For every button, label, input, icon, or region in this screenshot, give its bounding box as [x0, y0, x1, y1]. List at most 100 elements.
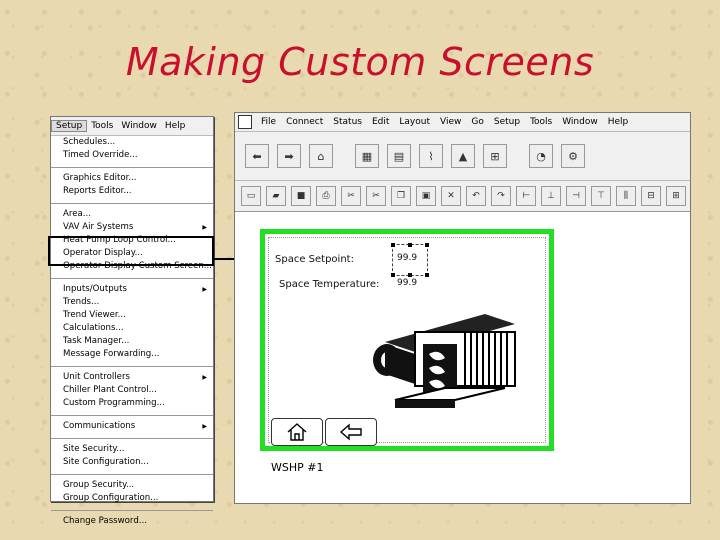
- space-temperature-label: Space Temperature:: [279, 279, 380, 290]
- menu-item-label: Schedules...: [63, 137, 116, 147]
- align-right-icon[interactable]: ⊣: [566, 186, 586, 206]
- home-icon[interactable]: ⌂: [309, 144, 333, 168]
- app-menu-item[interactable]: File: [256, 117, 281, 127]
- paste-icon[interactable]: ▣: [416, 186, 436, 206]
- left-menubar: Setup Tools Window Help: [51, 117, 213, 136]
- menu-item-label: Reports Editor...: [63, 186, 132, 196]
- app-menu-item[interactable]: Go: [466, 117, 488, 127]
- submenu-arrow-icon: ▶: [202, 423, 207, 430]
- menu-item[interactable]: VAV Air Systems ▶: [51, 221, 213, 234]
- report-icon[interactable]: ▤: [387, 144, 411, 168]
- menu-item[interactable]: Trend Viewer...: [51, 309, 213, 322]
- menu-item-label: VAV Air Systems: [63, 222, 134, 232]
- menu-item[interactable]: Site Security...: [51, 443, 213, 456]
- alarm-icon[interactable]: ▲: [451, 144, 475, 168]
- app-menu-item[interactable]: Edit: [367, 117, 394, 127]
- menu-item[interactable]: Calculations...: [51, 322, 213, 335]
- menu-item[interactable]: Site Configuration...: [51, 456, 213, 469]
- undo-icon[interactable]: ↶: [466, 186, 486, 206]
- menu-item[interactable]: Reports Editor...: [51, 185, 213, 198]
- size-icon[interactable]: ⊟: [641, 186, 661, 206]
- submenu-arrow-icon: ▶: [202, 374, 207, 381]
- app-menu-item[interactable]: Tools: [525, 117, 557, 127]
- menu-item-label: Message Forwarding...: [63, 349, 160, 359]
- menu-item-label: Trends...: [63, 297, 100, 307]
- menu-item[interactable]: Chiller Plant Control...: [51, 384, 213, 397]
- menubar-item[interactable]: Tools: [87, 121, 117, 131]
- connect-icon[interactable]: ◔: [529, 144, 553, 168]
- custom-screen-frame: Space Setpoint: 99.9 Space Temperature: …: [260, 229, 554, 451]
- overview-icon[interactable]: ▦: [355, 144, 379, 168]
- align-left-icon[interactable]: ⊢: [516, 186, 536, 206]
- app-icon: [238, 115, 252, 129]
- distribute-icon[interactable]: ⊤: [591, 186, 611, 206]
- menu-separator: [51, 273, 213, 279]
- trend-icon[interactable]: ⌇: [419, 144, 443, 168]
- grid-icon[interactable]: ⊞: [666, 186, 686, 206]
- align-center-icon[interactable]: ⊥: [541, 186, 561, 206]
- menu-item[interactable]: Graphics Editor...: [51, 172, 213, 185]
- menu-item[interactable]: Inputs/Outputs ▶: [51, 283, 213, 296]
- redo-icon[interactable]: ↷: [491, 186, 511, 206]
- menubar-item[interactable]: Setup: [51, 120, 88, 132]
- menubar-item[interactable]: Window: [117, 121, 161, 131]
- space-setpoint-value[interactable]: 99.9: [397, 253, 417, 263]
- menubar-item[interactable]: Help: [161, 121, 190, 131]
- menu-item[interactable]: Group Security...: [51, 479, 213, 492]
- app-menu-item[interactable]: View: [435, 117, 466, 127]
- copy-icon[interactable]: ❐: [391, 186, 411, 206]
- delete-icon[interactable]: ✕: [441, 186, 461, 206]
- back-arrow-icon: [339, 423, 362, 441]
- menu-item-label: Chiller Plant Control...: [63, 385, 157, 395]
- cut-object-icon[interactable]: ✂: [366, 186, 386, 206]
- space-icon[interactable]: ⫼: [616, 186, 636, 206]
- forward-icon[interactable]: ➡: [277, 144, 301, 168]
- menu-item[interactable]: Schedules...: [51, 136, 213, 149]
- menu-item-label: Unit Controllers: [63, 372, 130, 382]
- home-nav-button[interactable]: [271, 418, 323, 446]
- menu-item[interactable]: Timed Override...: [51, 149, 213, 162]
- menu-item[interactable]: Change Password...: [51, 515, 213, 528]
- app-menu-item[interactable]: Setup: [489, 117, 525, 127]
- app-menu-item[interactable]: Window: [557, 117, 603, 127]
- new-icon[interactable]: ▭: [241, 186, 261, 206]
- menu-item[interactable]: Area...: [51, 208, 213, 221]
- menu-separator: [51, 469, 213, 475]
- space-setpoint-label: Space Setpoint:: [275, 254, 354, 265]
- submenu-arrow-icon: ▶: [202, 224, 207, 231]
- menu-item[interactable]: Trends...: [51, 296, 213, 309]
- menu-separator: [51, 162, 213, 168]
- setup-menu-window: Setup Tools Window Help Schedules... Timed O…: [50, 116, 214, 526]
- back-nav-button[interactable]: [325, 418, 377, 446]
- open-icon[interactable]: ▰: [266, 186, 286, 206]
- menu-separator: [51, 433, 213, 439]
- menu-item[interactable]: Group Configuration...: [51, 492, 213, 505]
- menu-item[interactable]: Communications ▶: [51, 420, 213, 433]
- app-menu-item[interactable]: Help: [603, 117, 634, 127]
- menu-item[interactable]: Custom Programming...: [51, 397, 213, 410]
- tree-icon[interactable]: ⊞: [483, 144, 507, 168]
- print-icon[interactable]: ⎙: [316, 186, 336, 206]
- app-menu-item[interactable]: Layout: [394, 117, 435, 127]
- menu-item-label: Inputs/Outputs: [63, 284, 127, 294]
- back-icon[interactable]: ⬅: [245, 144, 269, 168]
- menu-item-label: Timed Override...: [63, 150, 138, 160]
- menu-item-label: Task Manager...: [63, 336, 130, 346]
- home-icon: [287, 423, 307, 441]
- menu-item[interactable]: Message Forwarding...: [51, 348, 213, 361]
- save-icon[interactable]: ■: [291, 186, 311, 206]
- setup-menu-list: Schedules... Timed Override... Graphics Ed…: [51, 136, 213, 528]
- menu-item[interactable]: Unit Controllers ▶: [51, 371, 213, 384]
- settings-icon[interactable]: ⚙: [561, 144, 585, 168]
- app-menu-item[interactable]: Connect: [281, 117, 328, 127]
- menu-separator: [51, 198, 213, 204]
- menu-item-label: Change Password...: [63, 516, 147, 526]
- menu-item-label: Group Configuration...: [63, 493, 159, 503]
- cut-icon[interactable]: ✂: [341, 186, 361, 206]
- edit-canvas[interactable]: Space Setpoint: 99.9 Space Temperature: …: [235, 209, 690, 503]
- app-menu-item[interactable]: Status: [328, 117, 367, 127]
- menu-item-label: Group Security...: [63, 480, 135, 490]
- menu-item-label: Custom Programming...: [63, 398, 165, 408]
- menu-item[interactable]: Task Manager...: [51, 335, 213, 348]
- slide-title: Making Custom Screens: [125, 40, 595, 84]
